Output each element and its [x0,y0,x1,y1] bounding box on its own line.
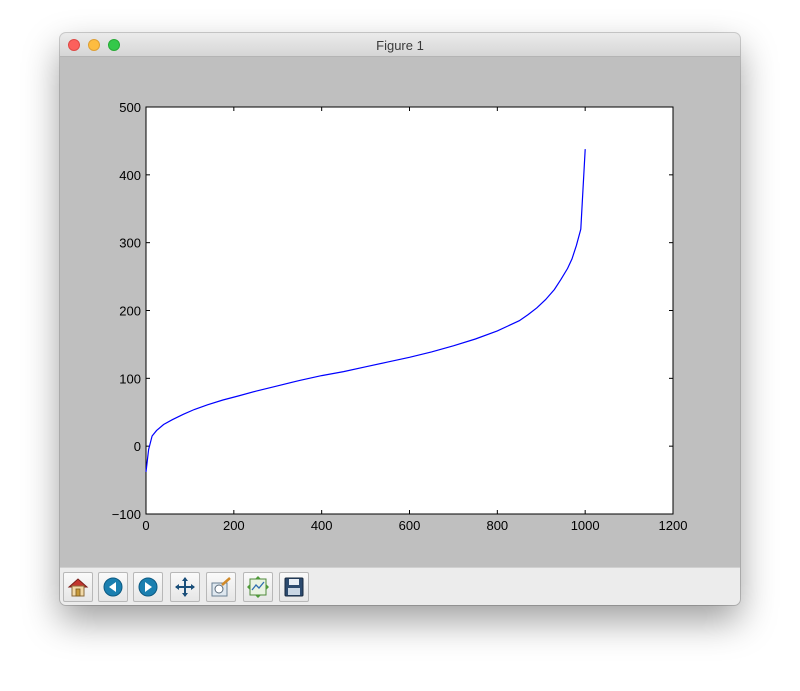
y-tick-label: −100 [112,507,141,522]
navigation-toolbar [60,567,740,605]
y-tick-label: 400 [119,168,141,183]
y-tick-labels: −100 0 100 200 300 400 500 [112,100,141,522]
save-button[interactable] [279,572,309,602]
y-tick-label: 200 [119,304,141,319]
y-tick-label: 300 [119,236,141,251]
y-tick-label: 500 [119,100,141,115]
zoom-button[interactable] [206,572,236,602]
title-bar: Figure 1 [60,33,740,57]
back-button[interactable] [98,572,128,602]
y-tick-label: 100 [119,371,141,386]
x-tick-label: 0 [142,518,149,533]
pan-button[interactable] [170,572,200,602]
x-tick-label: 1200 [659,518,688,533]
back-arrow-icon [103,577,123,597]
line-chart: 0 200 400 600 800 1000 1200 −10001002003004005… [112,100,688,533]
home-icon [67,578,89,597]
configure-subplots-button[interactable] [243,572,273,602]
forward-button[interactable] [133,572,163,602]
x-tick-label: 400 [311,518,333,533]
figure-window: Figure 1 0 200 400 600 800 1000 1200 −100 0 100 2… [60,33,740,605]
y-tick-label: 0 [134,439,141,454]
x-tick-labels: 0 200 400 600 800 1000 1200 [142,518,687,533]
zoom-rect-icon [211,577,231,597]
forward-arrow-icon [138,577,158,597]
x-tick-label: 200 [223,518,245,533]
x-tick-label: 800 [486,518,508,533]
pan-move-icon [175,577,195,597]
save-floppy-icon [284,577,304,597]
configure-subplots-icon [247,576,269,598]
home-button[interactable] [63,572,93,602]
figure-canvas: 0 200 400 600 800 1000 1200 −100 0 100 200 300 400 5… [60,57,740,567]
plot-area [145,106,674,515]
x-tick-label: 1000 [571,518,600,533]
x-tick-label: 600 [399,518,421,533]
window-title: Figure 1 [376,38,424,53]
